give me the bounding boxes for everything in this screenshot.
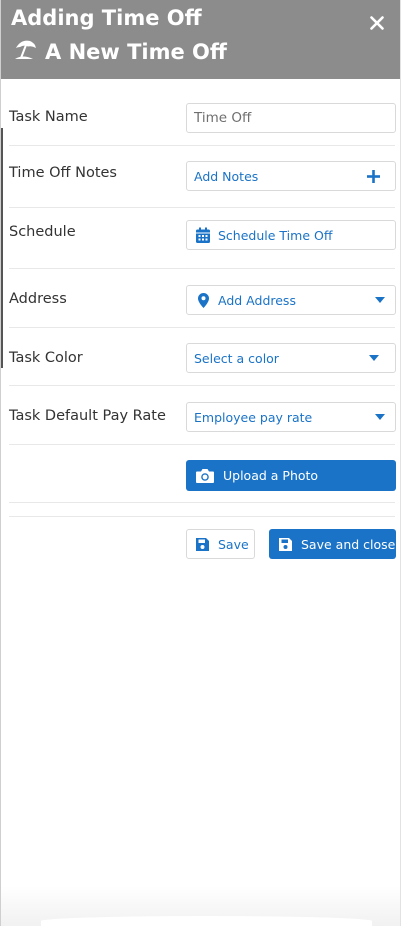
task-color-label: Task Color [9, 350, 83, 366]
divider [9, 503, 395, 517]
panel-header: Adding Time Off A New Time Off [1, 0, 400, 79]
time-off-panel: Adding Time Off A New Time Off Task Name… [0, 0, 401, 926]
task-name-label: Task Name [9, 109, 88, 125]
add-notes-label: Add Notes [194, 168, 259, 184]
chevron-down-icon [369, 355, 379, 361]
panel-subtitle: A New Time Off [13, 38, 227, 65]
chevron-down-icon [375, 297, 385, 303]
chevron-down-icon [375, 414, 385, 420]
address-select[interactable]: Add Address [186, 285, 396, 315]
address-label: Address [9, 291, 67, 307]
panel-title: Adding Time Off [11, 6, 202, 30]
notes-label: Time Off Notes [9, 165, 117, 181]
close-button[interactable] [364, 10, 390, 36]
map-pin-icon [198, 292, 209, 308]
task-name-value: Time Off [194, 110, 252, 126]
save-and-close-label: Save and close [301, 536, 396, 552]
save-and-close-button[interactable]: Save and close [269, 529, 396, 559]
bottom-shadow [1, 886, 400, 926]
schedule-label: Schedule [9, 224, 76, 240]
pay-rate-select[interactable]: Employee pay rate [186, 402, 396, 432]
upload-photo-label: Upload a Photo [223, 468, 319, 483]
schedule-time-off-label: Schedule Time Off [218, 227, 333, 243]
save-label: Save [218, 536, 249, 552]
floppy-disk-icon [279, 537, 292, 551]
panel-subtitle-text: A New Time Off [45, 39, 227, 64]
upload-photo-button[interactable]: Upload a Photo [186, 460, 396, 491]
panel-edge-marker [1, 128, 3, 368]
add-notes-button[interactable]: Add Notes [186, 161, 396, 191]
floppy-disk-icon [196, 537, 209, 551]
close-icon [370, 16, 384, 30]
task-color-value: Select a color [194, 350, 279, 366]
camera-icon [196, 468, 214, 483]
plus-icon [367, 170, 380, 183]
beach-umbrella-icon [13, 38, 39, 65]
task-color-select[interactable]: Select a color [186, 343, 396, 373]
calendar-icon [196, 227, 210, 243]
pay-rate-label: Task Default Pay Rate [9, 408, 166, 424]
task-name-input[interactable]: Time Off [186, 103, 396, 133]
pay-rate-value: Employee pay rate [194, 409, 313, 425]
save-button[interactable]: Save [186, 529, 255, 559]
address-value: Add Address [218, 292, 296, 308]
schedule-time-off-button[interactable]: Schedule Time Off [186, 220, 396, 250]
